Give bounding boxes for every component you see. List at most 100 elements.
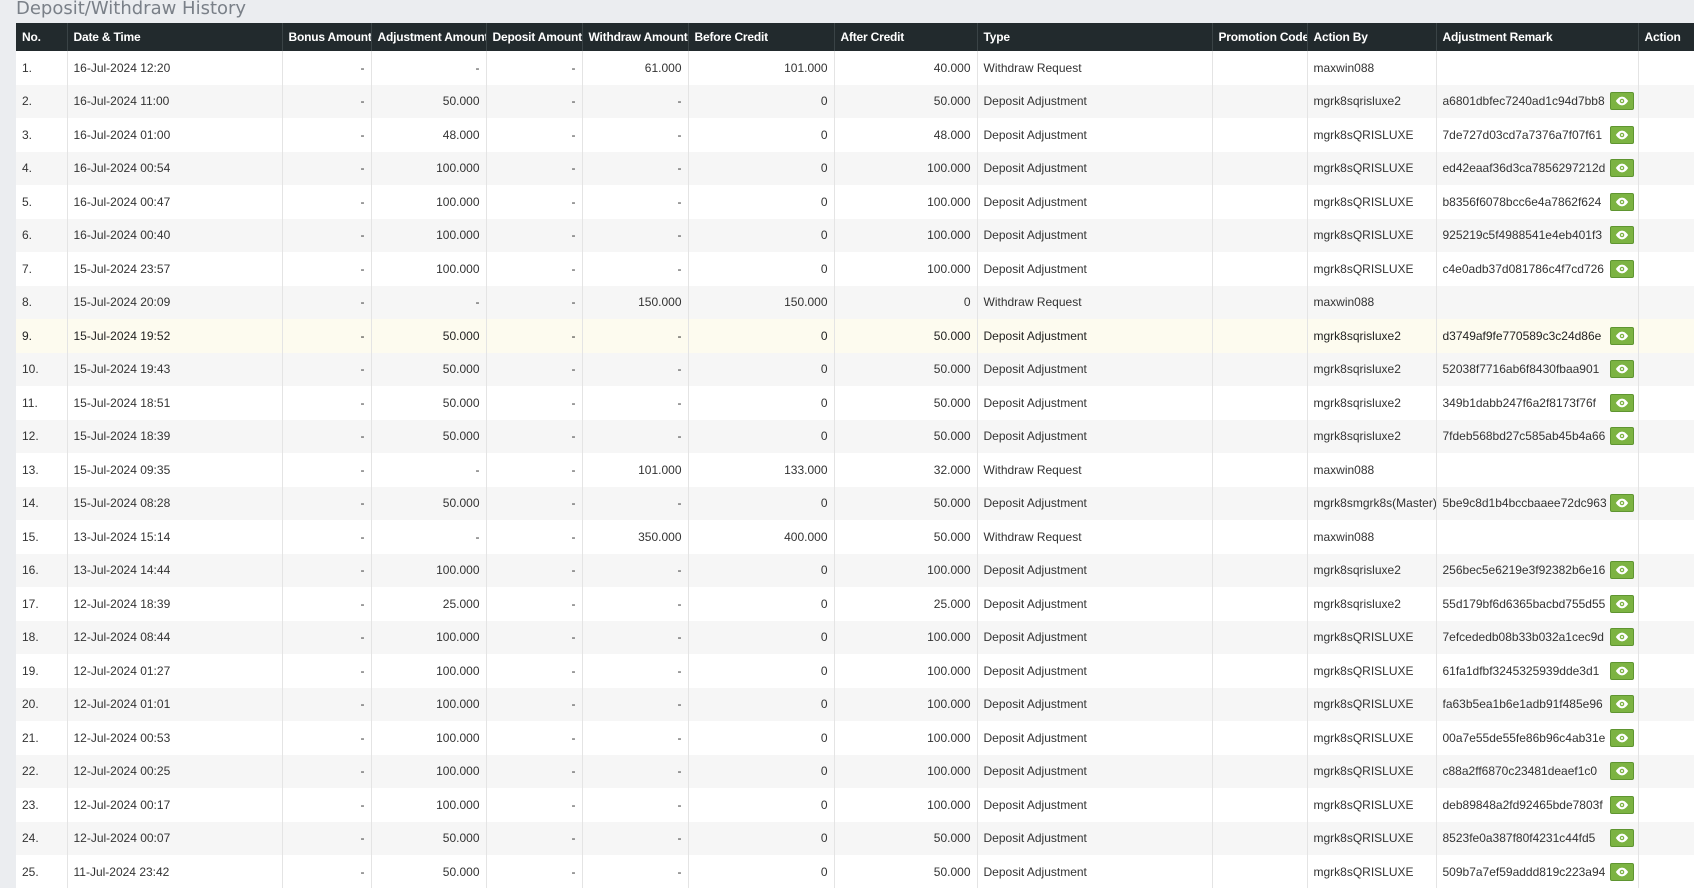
row-date-time: 16-Jul-2024 00:47: [67, 185, 283, 219]
view-remark-button[interactable]: [1609, 762, 1634, 781]
row-adjustment-remark-cell: 509b7a7ef59addd819c223a94: [1436, 855, 1639, 888]
row-adjustment-remark: ed42eaaf36d3ca7856297212d: [1442, 161, 1606, 176]
view-remark-button[interactable]: [1609, 159, 1634, 178]
table-header-row: No. Date & Time Bonus Amount Adjustment …: [16, 23, 1694, 51]
row-action: [1638, 486, 1694, 520]
table-row[interactable]: 4. 16-Jul-2024 00:54-100.000- -0 100.000 Dep…: [16, 151, 1694, 185]
view-remark-button[interactable]: [1609, 393, 1634, 412]
col-header-before-credit[interactable]: Before Credit: [688, 23, 835, 51]
view-remark-button[interactable]: [1609, 226, 1634, 245]
table-row[interactable]: 17. 12-Jul-2024 18:39-25.000- -0 25.000 Depo…: [16, 587, 1694, 621]
table-row[interactable]: 9. 15-Jul-2024 19:52-50.000- -0 50.000 Depos…: [16, 319, 1694, 353]
col-header-no[interactable]: No.: [16, 23, 68, 51]
table-row[interactable]: 5. 16-Jul-2024 00:47-100.000- -0 100.000 Dep…: [16, 185, 1694, 219]
row-type: Deposit Adjustment: [977, 587, 1213, 621]
view-remark-button[interactable]: [1609, 628, 1634, 647]
table-row[interactable]: 6. 16-Jul-2024 00:40-100.000- -0 100.000 Dep…: [16, 218, 1694, 252]
view-remark-button[interactable]: [1609, 259, 1634, 278]
table-row[interactable]: 8. 15-Jul-2024 20:09- - -150.000 150.000 0 Wit…: [16, 285, 1694, 319]
col-header-action-by[interactable]: Action By: [1307, 23, 1437, 51]
row-adjustment-amount: 100.000: [371, 252, 487, 286]
table-row[interactable]: 20. 12-Jul-2024 01:01-100.000- -0 100.000 De…: [16, 687, 1694, 721]
view-remark-button[interactable]: [1609, 326, 1634, 345]
view-remark-button[interactable]: [1609, 494, 1634, 513]
table-row[interactable]: 24. 12-Jul-2024 00:07-50.000- -0 50.000 Depo…: [16, 821, 1694, 855]
row-withdraw-amount: -: [582, 620, 689, 654]
row-action: [1638, 51, 1694, 85]
col-header-after-credit[interactable]: After Credit: [834, 23, 978, 51]
view-remark-button[interactable]: [1609, 360, 1634, 379]
row-type: Deposit Adjustment: [977, 319, 1213, 353]
row-bonus-amount: -: [282, 252, 372, 286]
row-type: Withdraw Request: [977, 453, 1213, 487]
row-after-credit: 50.000: [834, 352, 978, 386]
table-row[interactable]: 22. 12-Jul-2024 00:25-100.000- -0 100.000 De…: [16, 754, 1694, 788]
row-adjustment-amount: -: [371, 51, 487, 85]
table-row[interactable]: 18. 12-Jul-2024 08:44-100.000- -0 100.000 De…: [16, 620, 1694, 654]
row-number: 25.: [16, 855, 68, 888]
col-header-bonus-amount[interactable]: Bonus Amount: [282, 23, 372, 51]
table-row[interactable]: 1. 16-Jul-2024 12:20- - -61.000 101.000 40.00…: [16, 51, 1694, 85]
table-row[interactable]: 11. 15-Jul-2024 18:51-50.000- -0 50.000 Depo…: [16, 386, 1694, 420]
view-remark-button[interactable]: [1609, 695, 1634, 714]
view-remark-button[interactable]: [1609, 829, 1634, 848]
row-action: [1638, 620, 1694, 654]
view-remark-button[interactable]: [1609, 795, 1634, 814]
row-deposit-amount: -: [486, 151, 583, 185]
row-deposit-amount: -: [486, 721, 583, 755]
row-before-credit: 0: [688, 84, 835, 118]
row-type: Withdraw Request: [977, 285, 1213, 319]
view-remark-button[interactable]: [1609, 92, 1634, 111]
table-row[interactable]: 15. 13-Jul-2024 15:14- - -350.000 400.000 50.…: [16, 520, 1694, 554]
remark-wrap: c4e0adb37d081786c4f7cd726: [1443, 259, 1634, 278]
table-row[interactable]: 2. 16-Jul-2024 11:00-50.000- -0 50.000 Depos…: [16, 84, 1694, 118]
col-header-date-time[interactable]: Date & Time: [67, 23, 283, 51]
col-header-promotion-code[interactable]: Promotion Code: [1212, 23, 1308, 51]
col-header-withdraw-amount[interactable]: Withdraw Amount: [582, 23, 689, 51]
table-row[interactable]: 19. 12-Jul-2024 01:27-100.000- -0 100.000 De…: [16, 654, 1694, 688]
row-number: 15.: [16, 520, 68, 554]
col-header-deposit-amount[interactable]: Deposit Amount: [486, 23, 583, 51]
row-after-credit: 50.000: [834, 84, 978, 118]
row-date-time: 16-Jul-2024 12:20: [67, 51, 283, 85]
col-header-adjustment-amount[interactable]: Adjustment Amount: [371, 23, 487, 51]
row-action-by: mgrk8sQRISLUXE: [1307, 151, 1437, 185]
table-row[interactable]: 13. 15-Jul-2024 09:35- - -101.000 133.000 32.…: [16, 453, 1694, 487]
row-before-credit: 400.000: [688, 520, 835, 554]
col-header-action[interactable]: Action: [1638, 23, 1694, 51]
table-body: 1. 16-Jul-2024 12:20- - -61.000 101.000 40.00…: [16, 51, 1694, 888]
row-after-credit: 50.000: [834, 419, 978, 453]
history-table-container[interactable]: No. Date & Time Bonus Amount Adjustment …: [16, 23, 1694, 888]
row-withdraw-amount: -: [582, 319, 689, 353]
table-row[interactable]: 14. 15-Jul-2024 08:28-50.000- -0 50.000 Depo…: [16, 486, 1694, 520]
row-number: 5.: [16, 185, 68, 219]
eye-icon: [1615, 867, 1629, 877]
row-type: Deposit Adjustment: [977, 84, 1213, 118]
row-promotion-code: [1212, 51, 1308, 85]
view-remark-button[interactable]: [1609, 561, 1634, 580]
table-row[interactable]: 23. 12-Jul-2024 00:17-100.000- -0 100.000 De…: [16, 788, 1694, 822]
eye-icon: [1615, 130, 1629, 140]
view-remark-button[interactable]: [1609, 862, 1634, 881]
row-adjustment-remark-cell: 52038f7716ab6f8430fbaa901: [1436, 352, 1639, 386]
view-remark-button[interactable]: [1609, 192, 1634, 211]
view-remark-button[interactable]: [1609, 661, 1634, 680]
table-row[interactable]: 7. 15-Jul-2024 23:57-100.000- -0 100.000 Dep…: [16, 252, 1694, 286]
table-row[interactable]: 10. 15-Jul-2024 19:43-50.000- -0 50.000 Depo…: [16, 352, 1694, 386]
view-remark-button[interactable]: [1609, 594, 1634, 613]
col-header-type[interactable]: Type: [977, 23, 1213, 51]
view-remark-button[interactable]: [1609, 427, 1634, 446]
row-before-credit: 0: [688, 386, 835, 420]
row-bonus-amount: -: [282, 218, 372, 252]
col-header-adjustment-remark[interactable]: Adjustment Remark: [1436, 23, 1639, 51]
row-date-time: 15-Jul-2024 18:51: [67, 386, 283, 420]
view-remark-button[interactable]: [1609, 125, 1634, 144]
table-row[interactable]: 21. 12-Jul-2024 00:53-100.000- -0 100.000 De…: [16, 721, 1694, 755]
row-adjustment-amount: 100.000: [371, 788, 487, 822]
row-number: 14.: [16, 486, 68, 520]
view-remark-button[interactable]: [1609, 728, 1634, 747]
table-row[interactable]: 3. 16-Jul-2024 01:00-48.000- -0 48.000 Depos…: [16, 118, 1694, 152]
table-row[interactable]: 12. 15-Jul-2024 18:39-50.000- -0 50.000 Depo…: [16, 419, 1694, 453]
table-row[interactable]: 16. 13-Jul-2024 14:44-100.000- -0 100.000 De…: [16, 553, 1694, 587]
table-row[interactable]: 25. 11-Jul-2024 23:42-50.000- -0 50.000 Depo…: [16, 855, 1694, 888]
